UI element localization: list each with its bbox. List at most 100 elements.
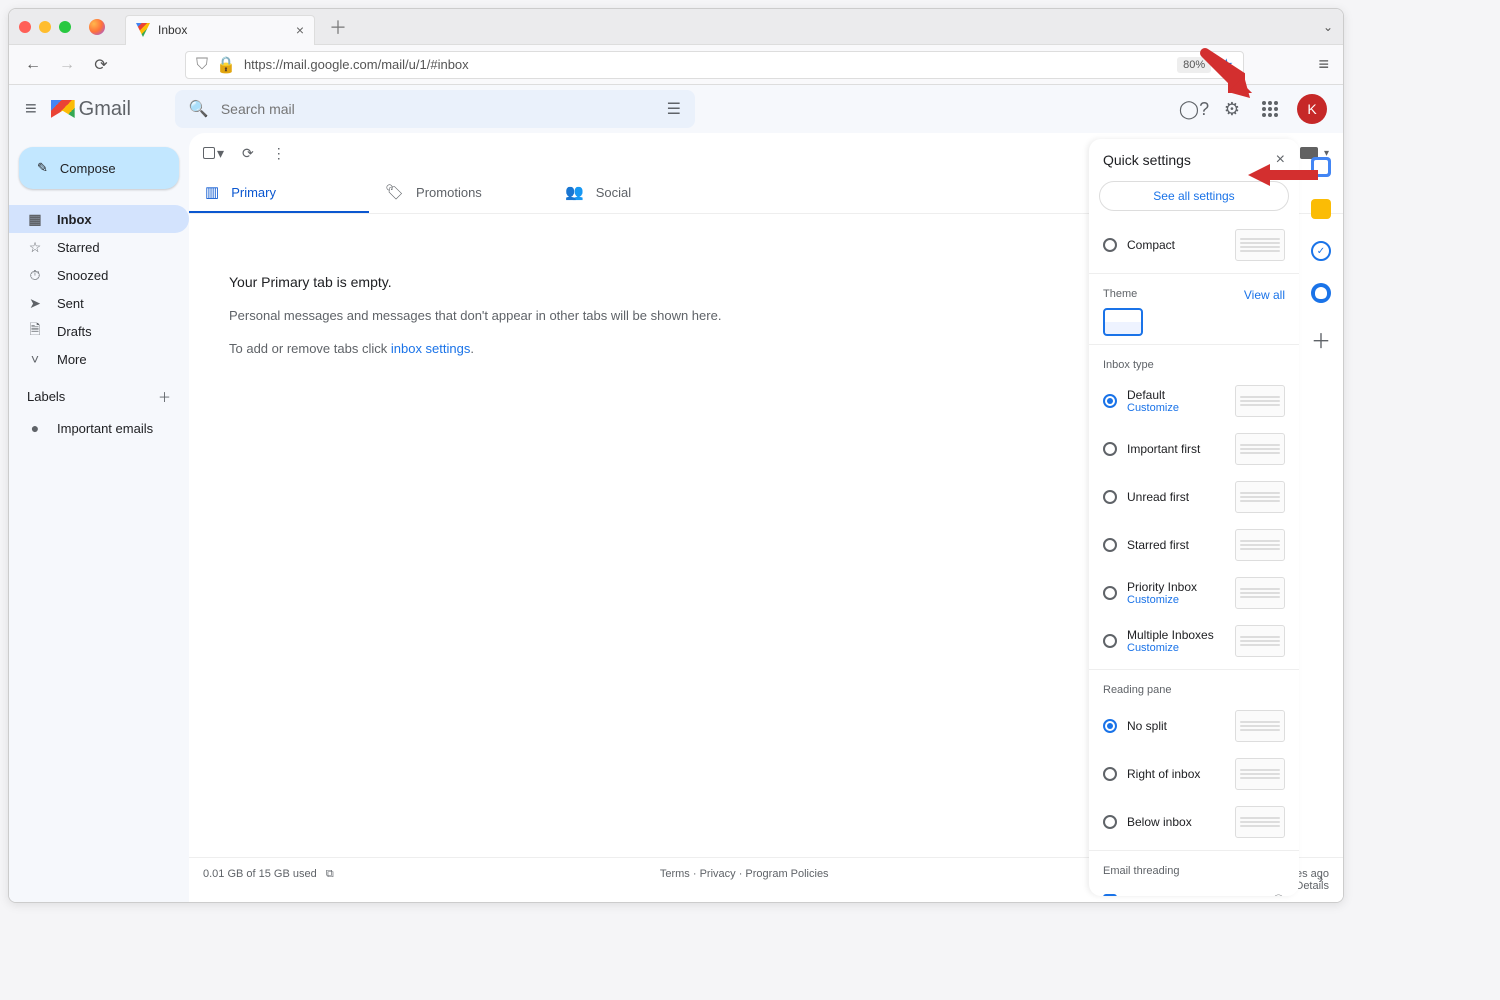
forward-button[interactable]: → <box>57 55 77 75</box>
maximize-window[interactable] <box>59 21 71 33</box>
policies-link[interactable]: Program Policies <box>745 868 828 880</box>
qs-title: Quick settings <box>1103 152 1191 168</box>
radio-icon <box>1103 238 1117 252</box>
terms-link[interactable]: Terms <box>660 868 690 880</box>
filter-icon[interactable]: ☰ <box>667 99 681 119</box>
tab-label: Primary <box>231 185 276 200</box>
tasks-icon[interactable] <box>1311 241 1331 261</box>
theme-thumb[interactable] <box>1103 308 1143 336</box>
main-pane: ▾ ⟳ ⋮ ▾ ▥Primary🏷Promotions👥Social Your … <box>189 133 1343 902</box>
tab-promotions[interactable]: 🏷Promotions <box>369 173 549 213</box>
search-bar[interactable]: 🔍 ☰ <box>175 90 695 128</box>
tab-icon: 👥 <box>565 183 584 201</box>
browser-menu-icon[interactable]: ≡ <box>1318 54 1329 75</box>
keep-icon[interactable] <box>1311 199 1331 219</box>
select-checkbox[interactable]: ▾ <box>203 145 224 162</box>
url-text: https://mail.google.com/mail/u/1/#inbox <box>244 57 1169 72</box>
sidebar-item-drafts[interactable]: 🗎Drafts <box>9 317 189 345</box>
reading-pane-option[interactable]: Below inbox <box>1089 798 1299 846</box>
reading-pane-option[interactable]: Right of inbox <box>1089 750 1299 798</box>
sidebar-item-more[interactable]: ˅More <box>9 345 189 373</box>
sidebar: ✎ Compose ▦ Inbox ☆Starred⏱Snoozed➤Sent🗎Dr… <box>9 133 189 902</box>
nav-icon: ▦ <box>27 211 43 228</box>
close-window[interactable] <box>19 21 31 33</box>
label-text: Important emails <box>57 421 153 436</box>
inbox-type-option[interactable]: Important first <box>1089 425 1299 473</box>
customize-link[interactable]: Customize <box>1127 402 1225 414</box>
contacts-icon[interactable] <box>1311 283 1331 303</box>
reading-pane-heading: Reading pane <box>1103 684 1172 696</box>
gmail-favicon <box>136 23 150 37</box>
inbox-type-option[interactable]: Multiple InboxesCustomize <box>1089 617 1299 665</box>
sidebar-item-snoozed[interactable]: ⏱Snoozed <box>9 261 189 289</box>
add-addon-icon[interactable]: ＋ <box>1311 325 1331 354</box>
see-all-settings-button[interactable]: See all settings <box>1099 181 1289 211</box>
tab-title: Inbox <box>158 23 288 37</box>
inbox-type-option[interactable]: Unread first <box>1089 473 1299 521</box>
customize-link[interactable]: Customize <box>1127 594 1225 606</box>
calendar-icon[interactable] <box>1311 157 1331 177</box>
radio-icon <box>1103 634 1117 648</box>
nav-icon: ➤ <box>27 295 43 312</box>
zoom-level[interactable]: 80% <box>1177 57 1211 73</box>
label-item[interactable]: ● Important emails <box>9 414 189 442</box>
checkbox-icon: ✓ <box>1103 894 1117 897</box>
customize-link[interactable]: Customize <box>1127 642 1225 654</box>
sidebar-item-sent[interactable]: ➤Sent <box>9 289 189 317</box>
settings-gear-icon[interactable]: ⚙ <box>1221 98 1243 120</box>
bookmark-star-icon[interactable]: ★ <box>1219 55 1233 75</box>
minimize-window[interactable] <box>39 21 51 33</box>
back-button[interactable]: ← <box>23 55 43 75</box>
pencil-icon: ✎ <box>37 160 48 176</box>
radio-icon <box>1103 442 1117 456</box>
tab-primary[interactable]: ▥ Primary <box>189 173 369 213</box>
radio-icon <box>1103 719 1117 733</box>
address-bar: ← → ⟳ ⛉ 🔒 https://mail.google.com/mail/u… <box>9 45 1343 85</box>
privacy-link[interactable]: Privacy <box>700 868 736 880</box>
browser-tabbar: Inbox × ＋ ⌄ <box>9 9 1343 45</box>
nav-icon: ☆ <box>27 239 43 256</box>
storage-used: 0.01 GB of 15 GB used <box>203 868 317 880</box>
tab-label: Promotions <box>416 185 482 200</box>
close-settings-icon[interactable]: × <box>1276 151 1285 169</box>
compose-label: Compose <box>60 161 116 176</box>
main-menu-icon[interactable]: ≡ <box>25 98 37 121</box>
more-icon[interactable]: ⋮ <box>272 145 286 162</box>
browser-tab[interactable]: Inbox × <box>125 15 315 45</box>
url-box[interactable]: ⛉ 🔒 https://mail.google.com/mail/u/1/#in… <box>185 51 1244 79</box>
tab-icon: ▥ <box>205 183 219 201</box>
search-input[interactable] <box>221 101 655 117</box>
account-avatar[interactable]: K <box>1297 94 1327 124</box>
radio-icon <box>1103 586 1117 600</box>
gmail-logo[interactable]: Gmail <box>51 98 131 121</box>
help-icon[interactable]: ⓘ <box>1272 891 1285 896</box>
tabs-dropdown-icon[interactable]: ⌄ <box>1323 20 1333 34</box>
nav-label: Inbox <box>57 212 92 227</box>
reading-pane-option[interactable]: No split <box>1089 702 1299 750</box>
sidebar-item-inbox[interactable]: ▦ Inbox <box>9 205 189 233</box>
collapse-panel-icon[interactable]: › <box>1319 870 1324 886</box>
threading-heading: Email threading <box>1103 865 1179 877</box>
conversation-view-toggle[interactable]: ✓ Conversation view ⓘ <box>1089 883 1299 896</box>
gmail-text: Gmail <box>79 98 131 121</box>
add-label-icon[interactable]: ＋ <box>158 387 171 406</box>
sidebar-item-starred[interactable]: ☆Starred <box>9 233 189 261</box>
help-icon[interactable]: ◯? <box>1183 98 1205 120</box>
view-all-themes[interactable]: View all <box>1244 288 1285 302</box>
apps-icon[interactable] <box>1259 98 1281 120</box>
close-tab-icon[interactable]: × <box>296 22 304 38</box>
inbox-type-option[interactable]: Starred first <box>1089 521 1299 569</box>
compose-button[interactable]: ✎ Compose <box>19 147 179 189</box>
label-icon: ● <box>27 420 43 436</box>
labels-heading: Labels <box>27 389 65 404</box>
density-compact-option[interactable]: Compact <box>1089 221 1299 269</box>
inbox-type-option[interactable]: Priority InboxCustomize <box>1089 569 1299 617</box>
tab-social[interactable]: 👥Social <box>549 173 729 213</box>
inbox-type-option[interactable]: DefaultCustomize <box>1089 377 1299 425</box>
refresh-icon[interactable]: ⟳ <box>242 145 254 162</box>
reload-button[interactable]: ⟳ <box>91 55 111 75</box>
radio-icon <box>1103 815 1117 829</box>
new-tab-button[interactable]: ＋ <box>329 14 347 40</box>
open-link-icon[interactable]: ⧉ <box>326 868 334 880</box>
inbox-settings-link[interactable]: inbox settings <box>391 341 471 356</box>
